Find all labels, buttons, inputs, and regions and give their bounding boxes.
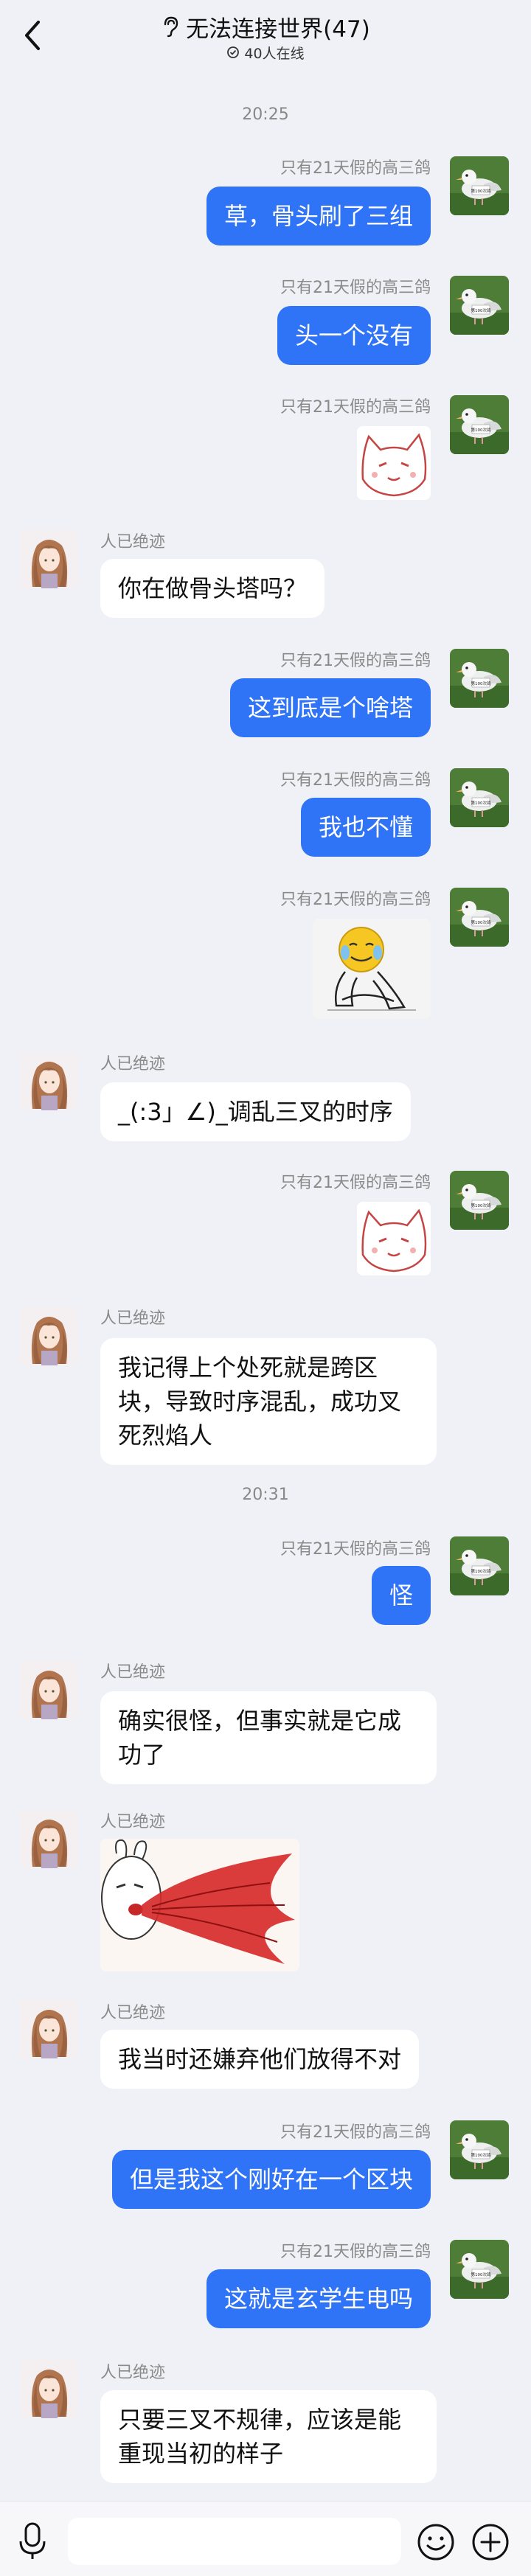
message-bubble[interactable]: 你在做骨头塔吗？ <box>100 559 325 618</box>
sender-name: 只有21天假的高三鸽 <box>280 652 431 670</box>
sender-name: 只有21天假的高三鸽 <box>280 159 431 178</box>
sender-name: 人已绝迹 <box>100 2004 166 2022</box>
avatar[interactable] <box>450 156 509 215</box>
emoji-icon[interactable] <box>416 2522 456 2562</box>
sender-name: 人已绝迹 <box>100 1055 166 1073</box>
sender-name: 只有21天假的高三鸽 <box>280 279 431 297</box>
avatar[interactable] <box>450 2240 509 2299</box>
message-bubble[interactable]: 只要三叉不规律，应该是能重现当初的样子 <box>100 2390 437 2483</box>
input-bar <box>0 2501 531 2576</box>
message-bubble[interactable]: _(:3」∠)_调乱三叉的时序 <box>100 1082 411 1141</box>
sender-name: 只有21天假的高三鸽 <box>280 891 431 909</box>
avatar[interactable] <box>19 2359 78 2418</box>
message-bubble[interactable]: 我记得上个处死就是跨区块，导致时序混乱，成功叉死烈焰人 <box>100 1338 437 1465</box>
avatar[interactable] <box>450 395 509 454</box>
avatar[interactable] <box>450 888 509 947</box>
sender-name: 只有21天假的高三鸽 <box>280 2123 431 2142</box>
sender-name: 只有21天假的高三鸽 <box>280 398 431 417</box>
message-bubble[interactable]: 但是我这个刚好在一个区块 <box>111 2150 431 2209</box>
online-count: 40人在线 <box>0 43 531 62</box>
message-input[interactable] <box>68 2518 401 2565</box>
avatar[interactable] <box>19 1306 78 1365</box>
plus-icon[interactable] <box>471 2522 510 2562</box>
sender-name: 人已绝迹 <box>100 533 166 551</box>
online-status-icon <box>227 46 240 58</box>
message-bubble[interactable]: 草，骨头刷了三组 <box>206 187 431 246</box>
sender-name: 人已绝迹 <box>100 1813 166 1831</box>
sender-name: 只有21天假的高三鸽 <box>280 2243 431 2261</box>
message-bubble[interactable]: 我也不懂 <box>300 798 431 857</box>
cat-face-sticker[interactable] <box>357 1202 431 1275</box>
message-bubble[interactable]: 这到底是个啥塔 <box>229 678 431 737</box>
avatar[interactable] <box>450 768 509 827</box>
ear-icon <box>164 16 178 38</box>
message-bubble[interactable]: 怪 <box>371 1566 431 1625</box>
avatar[interactable] <box>19 1809 78 1868</box>
cat-face-sticker[interactable] <box>357 426 431 500</box>
message-bubble[interactable]: 头一个没有 <box>277 306 431 365</box>
avatar[interactable] <box>19 1660 78 1719</box>
crying-emoji-sticker[interactable] <box>313 919 431 1019</box>
message-bubble[interactable]: 我当时还嫌弃他们放得不对 <box>100 2030 420 2089</box>
avatar[interactable] <box>19 1051 78 1110</box>
microphone-icon[interactable] <box>16 2521 49 2562</box>
sender-name: 只有21天假的高三鸽 <box>280 1174 431 1192</box>
online-count-label: 40人在线 <box>244 45 305 62</box>
avatar[interactable] <box>19 1999 78 2058</box>
timestamp: 20:25 <box>242 105 289 124</box>
sender-name: 人已绝迹 <box>100 2364 166 2382</box>
bunny-spitting-sticker[interactable] <box>100 1839 299 1971</box>
avatar[interactable] <box>450 649 509 708</box>
title-row[interactable]: 无法连接世界(47) <box>0 12 531 43</box>
avatar[interactable] <box>450 2120 509 2179</box>
sender-name: 只有21天假的高三鸽 <box>280 771 431 790</box>
message-bubble[interactable]: 这就是玄学生电吗 <box>206 2269 431 2328</box>
sender-name: 人已绝迹 <box>100 1663 166 1682</box>
avatar[interactable] <box>450 276 509 335</box>
avatar[interactable] <box>19 529 78 588</box>
timestamp: 20:31 <box>242 1486 289 1504</box>
chat-screen: 无法连接世界(47) 40人在线 20:25 只有21天假的高三鸽 草，骨头刷了… <box>0 0 531 2576</box>
avatar[interactable] <box>450 1171 509 1230</box>
message-bubble[interactable]: 确实很怪，但事实就是它成功了 <box>100 1691 437 1784</box>
avatar[interactable] <box>450 1536 509 1595</box>
sender-name: 人已绝迹 <box>100 1309 166 1328</box>
chat-header: 无法连接世界(47) 40人在线 <box>0 0 531 71</box>
page-title: 无法连接世界(47) <box>186 15 370 43</box>
sender-name: 只有21天假的高三鸽 <box>280 1540 431 1559</box>
